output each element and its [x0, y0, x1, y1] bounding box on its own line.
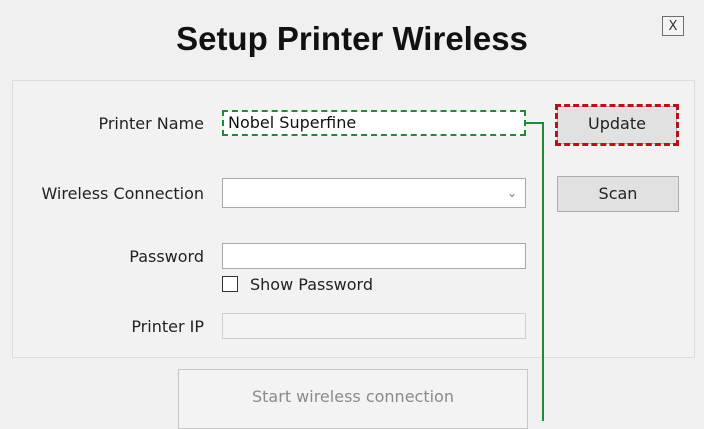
window-title: Setup Printer Wireless: [176, 20, 528, 57]
chevron-down-icon: ⌄: [506, 186, 517, 200]
wireless-connection-dropdown[interactable]: ⌄: [222, 178, 526, 208]
password-label: Password: [129, 247, 204, 266]
printer-name-label: Printer Name: [98, 114, 204, 133]
update-button[interactable]: Update: [557, 106, 677, 144]
close-button[interactable]: X: [662, 16, 684, 36]
printer-ip-label: Printer IP: [131, 317, 204, 336]
highlight-connector-line-vertical: [542, 122, 544, 421]
printer-ip-input[interactable]: [222, 313, 526, 339]
printer-name-input[interactable]: Nobel Superfine: [224, 112, 524, 136]
wireless-connection-label: Wireless Connection: [41, 184, 204, 203]
show-password-label[interactable]: Show Password: [250, 274, 373, 296]
scan-button[interactable]: Scan: [557, 176, 679, 212]
show-password-checkbox[interactable]: [222, 276, 238, 292]
start-wireless-connection-button[interactable]: Start wireless connection: [178, 369, 528, 429]
password-input[interactable]: [222, 243, 526, 269]
